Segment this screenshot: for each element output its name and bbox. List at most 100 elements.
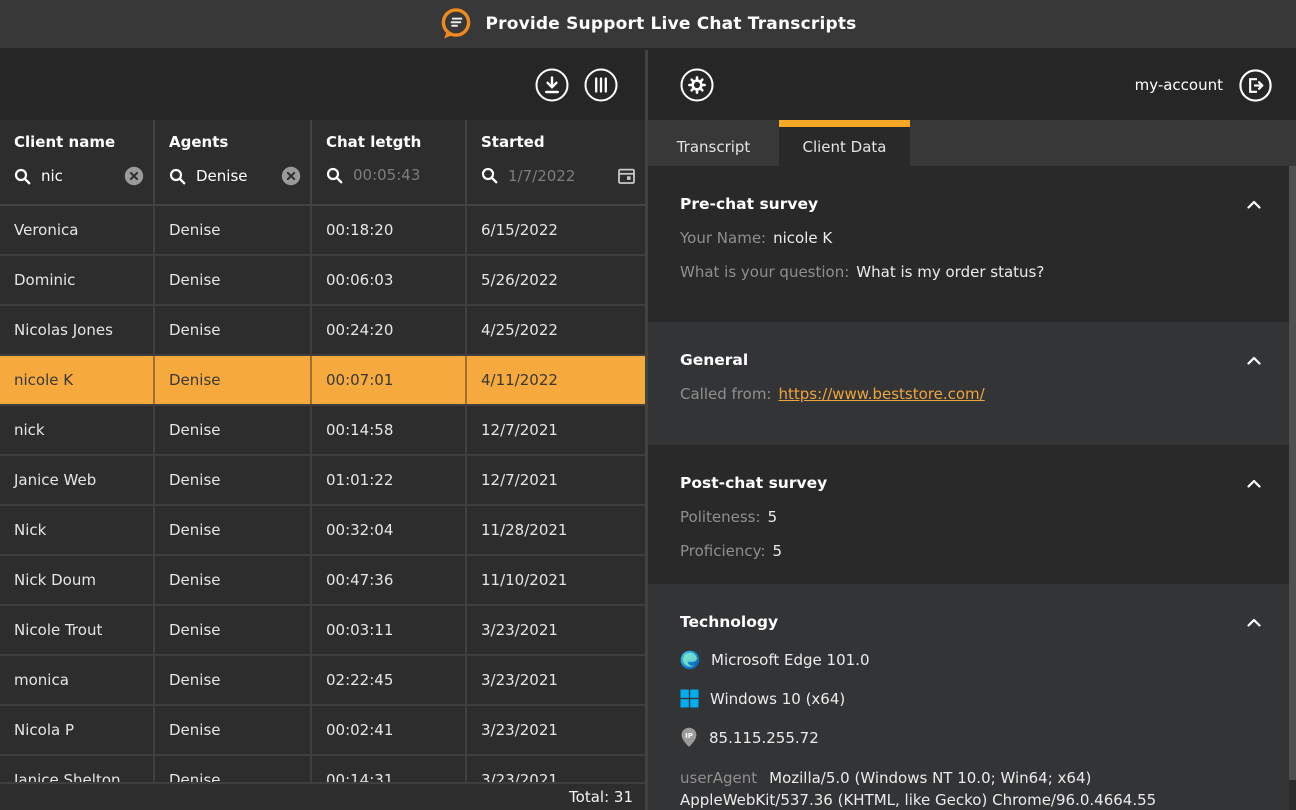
scrollbar-thumb[interactable] — [1289, 166, 1296, 780]
cell-agents: Denise — [155, 656, 312, 704]
tab-transcript[interactable]: Transcript — [648, 120, 779, 166]
cell-client-name: nicole K — [0, 356, 155, 404]
download-icon[interactable] — [534, 67, 570, 103]
detail-toolbar: my-account — [648, 50, 1296, 120]
transcripts-panel: Client namenicAgentsDeniseChat letgth00:… — [0, 50, 648, 810]
filter-input-chat-letgth[interactable]: 00:05:43 — [326, 166, 465, 184]
search-icon — [481, 167, 498, 184]
section-header: Technology — [680, 584, 1264, 631]
table-row[interactable]: Nicola PDenise00:02:413/23/2021 — [0, 706, 645, 756]
cell-agents: Denise — [155, 406, 312, 454]
section-title: General — [680, 351, 748, 369]
section-general: General Called from: https://www.beststore… — [648, 322, 1296, 445]
filter-text: 00:05:43 — [353, 166, 420, 184]
edge-icon — [680, 650, 700, 670]
tab-client-data[interactable]: Client Data — [779, 120, 910, 166]
cell-agents: Denise — [155, 606, 312, 654]
cell-started: 4/11/2022 — [467, 356, 645, 404]
tech-item: IP 85.115.255.72 — [680, 727, 1264, 748]
detail-tabbar: TranscriptClient Data — [648, 120, 1296, 166]
table-row[interactable]: Nicole TroutDenise00:03:113/23/2021 — [0, 606, 645, 656]
field-proficiency: Proficiency: 5 — [680, 542, 1264, 560]
column-label: Started — [481, 133, 645, 151]
table-header-row: Client namenicAgentsDeniseChat letgth00:… — [0, 120, 645, 206]
table-body: VeronicaDenise00:18:206/15/2022DominicDe… — [0, 206, 645, 810]
table-row[interactable]: NickDenise00:32:0411/28/2021 — [0, 506, 645, 556]
filter-text: nic — [41, 167, 63, 185]
transcripts-toolbar — [0, 50, 645, 120]
section-header: Pre-chat survey — [680, 166, 1264, 213]
main-area: Client namenicAgentsDeniseChat letgth00:… — [0, 50, 1296, 810]
table-row[interactable]: monicaDenise02:22:453/23/2021 — [0, 656, 645, 706]
collapse-chevron-up-icon[interactable] — [1244, 476, 1264, 491]
cell-started: 12/7/2021 — [467, 456, 645, 504]
search-icon — [169, 168, 186, 185]
filter-text: Denise — [196, 167, 248, 185]
tech-text: 85.115.255.72 — [709, 729, 819, 747]
table-row[interactable]: Janice WebDenise01:01:2212/7/2021 — [0, 456, 645, 506]
field-label: Proficiency: — [680, 542, 765, 560]
column-header-agents[interactable]: AgentsDenise — [155, 120, 312, 204]
cell-chat-letgth: 00:06:03 — [312, 256, 467, 304]
filter-input-started[interactable]: 1/7/2022 — [481, 166, 645, 185]
logout-icon[interactable] — [1238, 68, 1273, 103]
cell-agents: Denise — [155, 456, 312, 504]
cell-client-name: monica — [0, 656, 155, 704]
collapse-chevron-up-icon[interactable] — [1244, 197, 1264, 212]
cell-client-name: Nick Doum — [0, 556, 155, 604]
collapse-chevron-up-icon[interactable] — [1244, 353, 1264, 368]
field-value: 5 — [768, 508, 778, 526]
cell-chat-letgth: 01:01:22 — [312, 456, 467, 504]
cell-chat-letgth: 00:24:20 — [312, 306, 467, 354]
cell-client-name: Janice Web — [0, 456, 155, 504]
columns-view-icon[interactable] — [583, 67, 619, 103]
cell-client-name: Nick — [0, 506, 155, 554]
cell-agents: Denise — [155, 506, 312, 554]
table-row[interactable]: Nick DoumDenise00:47:3611/10/2021 — [0, 556, 645, 606]
table-row[interactable]: Nicolas JonesDenise00:24:204/25/2022 — [0, 306, 645, 356]
cell-chat-letgth: 00:02:41 — [312, 706, 467, 754]
field-politeness: Politeness:5 — [680, 508, 1264, 526]
cell-started: 12/7/2021 — [467, 406, 645, 454]
search-icon — [326, 167, 343, 184]
calendar-icon[interactable] — [617, 166, 636, 185]
column-header-chat-letgth[interactable]: Chat letgth00:05:43 — [312, 120, 467, 204]
cell-chat-letgth: 00:32:04 — [312, 506, 467, 554]
scrollbar-track[interactable] — [1289, 166, 1296, 810]
settings-gear-icon[interactable] — [679, 67, 715, 103]
table-row[interactable]: nickDenise00:14:5812/7/2021 — [0, 406, 645, 456]
table-row[interactable]: nicole KDenise00:07:014/11/2022 — [0, 356, 645, 406]
windows-icon — [680, 689, 699, 708]
app-window: Provide Support Live Chat Transcripts — [0, 0, 1296, 810]
collapse-chevron-up-icon[interactable] — [1244, 615, 1264, 630]
cell-client-name: nick — [0, 406, 155, 454]
column-header-client-name[interactable]: Client namenic — [0, 120, 155, 204]
cell-client-name: Nicola P — [0, 706, 155, 754]
cell-started: 4/25/2022 — [467, 306, 645, 354]
table-row[interactable]: VeronicaDenise00:18:206/15/2022 — [0, 206, 645, 256]
called-from-link[interactable]: https://www.beststore.com/ — [778, 385, 984, 403]
cell-started: 5/26/2022 — [467, 256, 645, 304]
field-value: 5 — [772, 542, 782, 560]
section-title: Technology — [680, 613, 778, 631]
cell-agents: Denise — [155, 306, 312, 354]
section-technology: TechnologyMicrosoft Edge 101.0Windows 10… — [648, 584, 1296, 810]
field-label: Your Name: — [680, 229, 766, 247]
cell-client-name: Veronica — [0, 206, 155, 254]
cell-started: 3/23/2021 — [467, 656, 645, 704]
tech-item: Microsoft Edge 101.0 — [680, 650, 1264, 670]
field-label: Called from: — [680, 385, 771, 403]
filter-input-client-name[interactable]: nic — [14, 166, 153, 186]
field-what-is-your-question: What is your question:What is my order s… — [680, 263, 1264, 281]
cell-chat-letgth: 00:07:01 — [312, 356, 467, 404]
account-name[interactable]: my-account — [1135, 76, 1223, 94]
clear-filter-icon[interactable] — [124, 166, 144, 186]
cell-agents: Denise — [155, 256, 312, 304]
cell-started: 11/10/2021 — [467, 556, 645, 604]
table-row[interactable]: DominicDenise00:06:035/26/2022 — [0, 256, 645, 306]
clear-filter-icon[interactable] — [281, 166, 301, 186]
cell-client-name: Nicole Trout — [0, 606, 155, 654]
svg-text:IP: IP — [685, 732, 693, 740]
filter-input-agents[interactable]: Denise — [169, 166, 310, 186]
column-header-started[interactable]: Started 1/7/2022 — [467, 120, 645, 204]
